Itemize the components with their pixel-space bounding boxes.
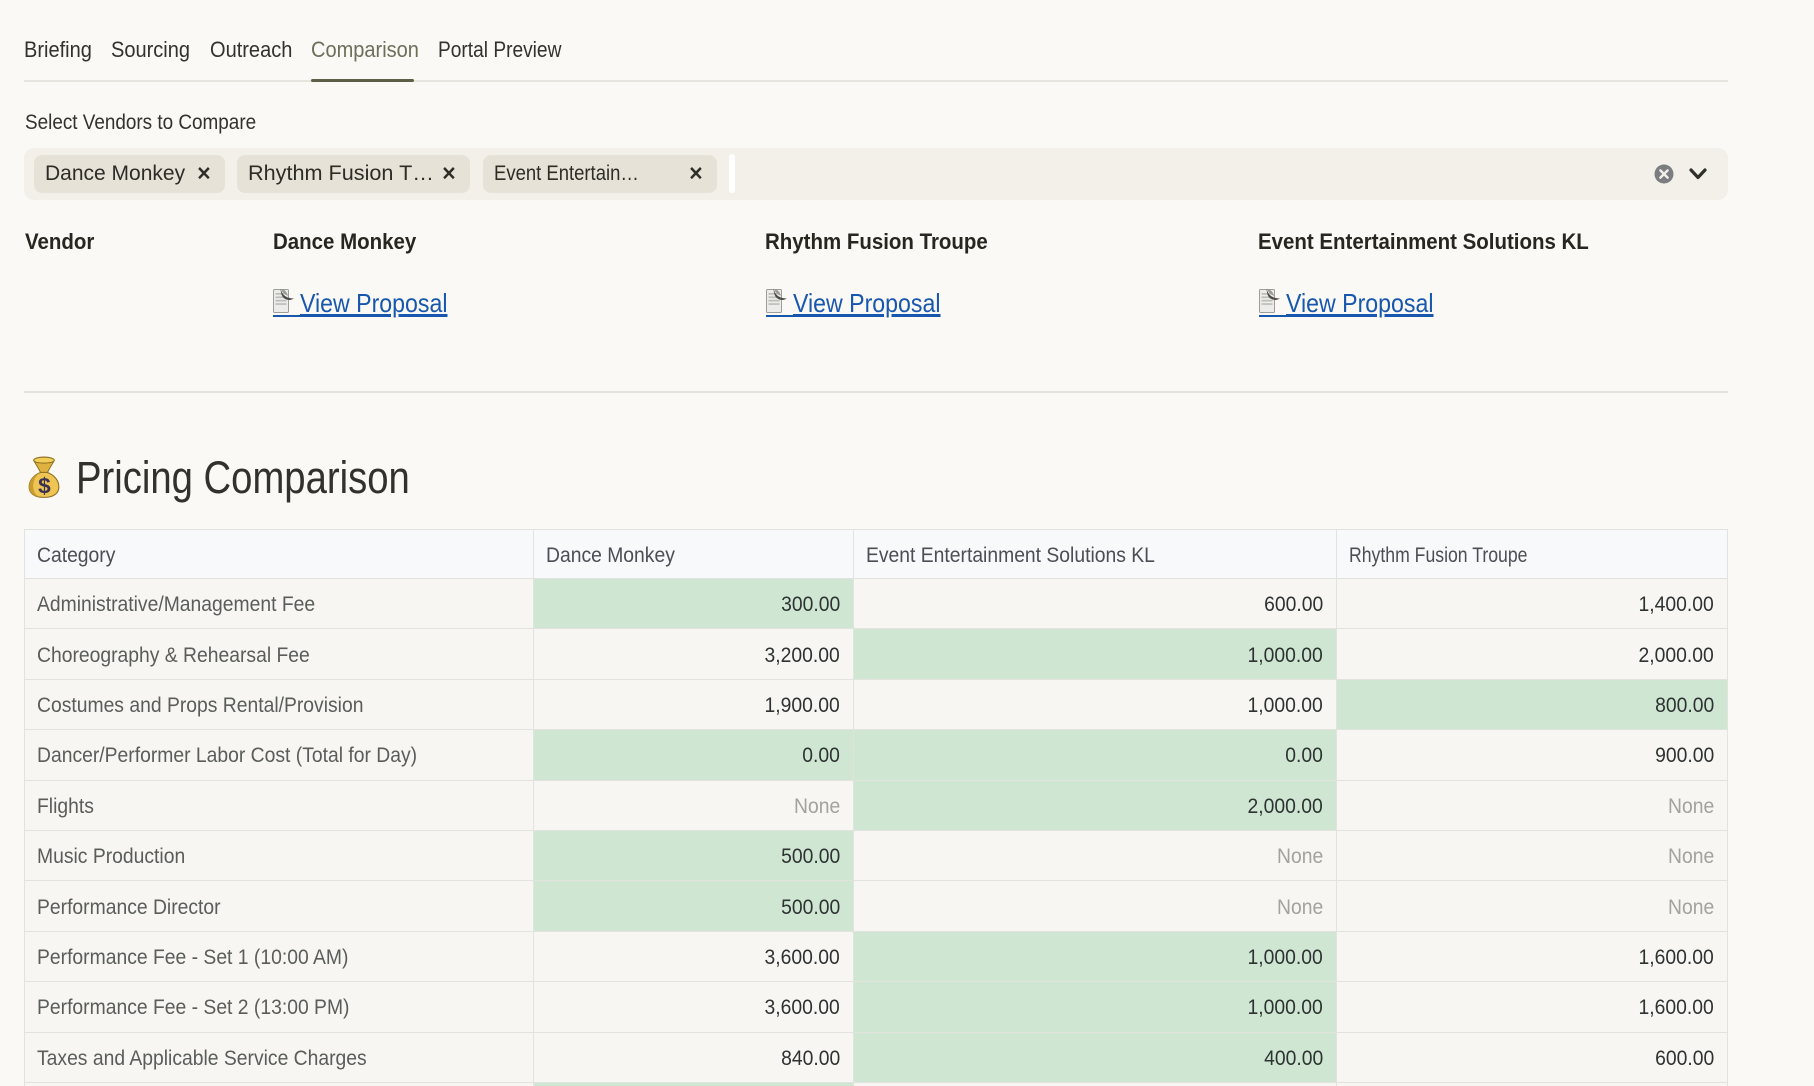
svg-text:$: $ [38, 473, 51, 498]
